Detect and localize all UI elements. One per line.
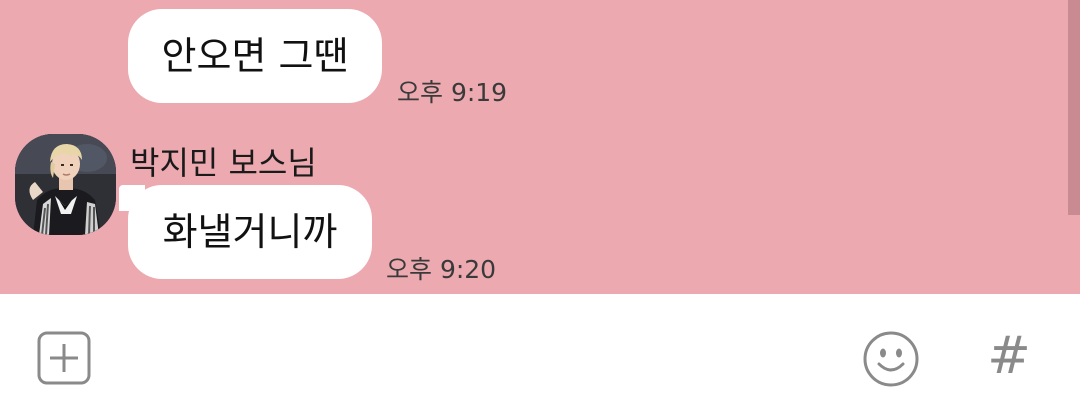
avatar[interactable] [15, 134, 116, 235]
chat-area: 안오면 그땐 오후 9:19 박지민 보스님 화낼거니까 오후 9:20 [0, 0, 1080, 294]
message-time: 오후 9:19 [397, 78, 508, 107]
scrollbar[interactable] [1068, 0, 1080, 215]
sender-name: 박지민 보스님 [130, 144, 317, 182]
message-text: 화낼거니까 [162, 210, 338, 254]
attach-button[interactable] [37, 331, 91, 385]
avatar-photo [15, 134, 116, 235]
bubble-tail [119, 185, 145, 211]
message-time: 오후 9:20 [386, 255, 497, 284]
message-bubble[interactable]: 안오면 그땐 [128, 9, 382, 103]
hashtag-button[interactable]: # [985, 328, 1033, 384]
hashtag-icon: # [987, 326, 1031, 386]
plus-square-icon [37, 331, 91, 385]
message-bubble[interactable]: 화낼거니까 [119, 185, 372, 279]
emoji-button[interactable] [862, 330, 920, 388]
message-text: 안오면 그땐 [161, 34, 349, 78]
emoji-icon [863, 331, 919, 387]
